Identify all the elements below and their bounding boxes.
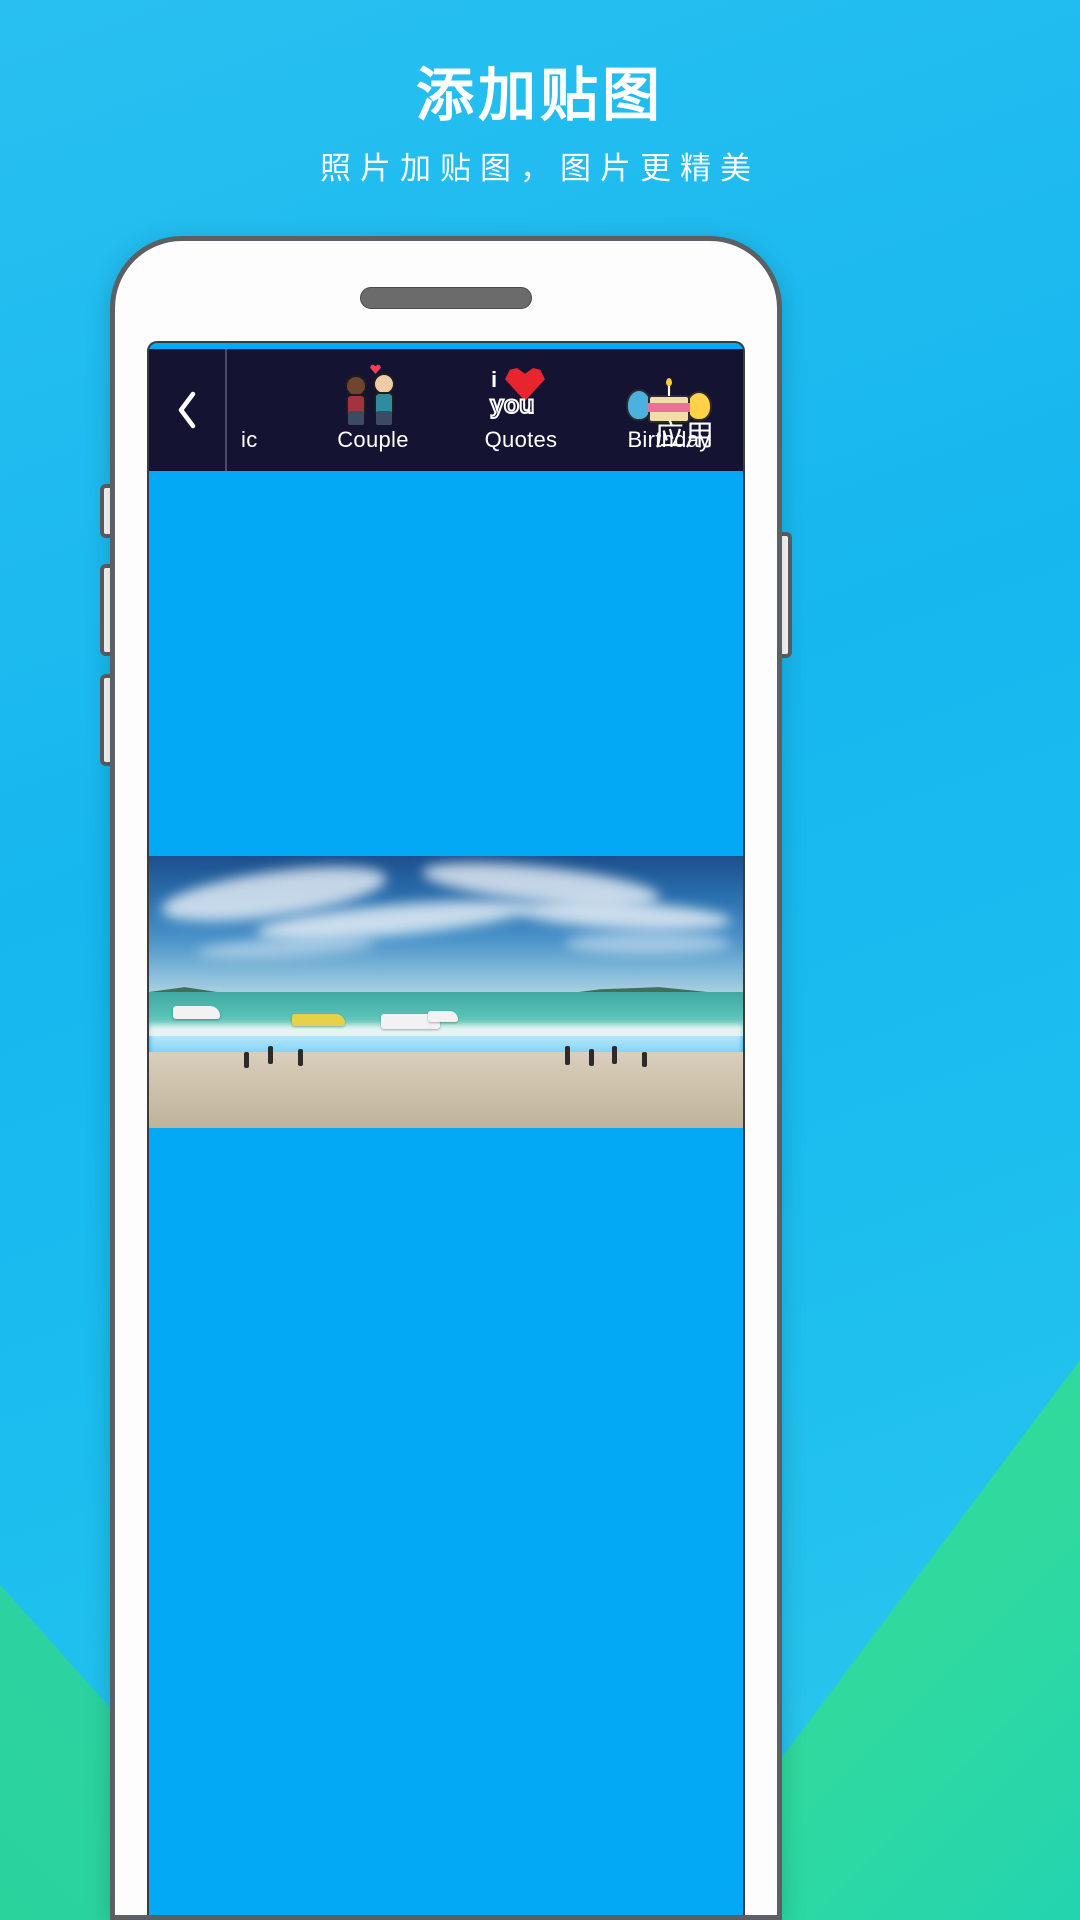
quotes-sticker-icon: i you [485, 367, 557, 423]
photo-person [297, 1049, 303, 1067]
sticker-category-bar: ic Couple i you Quotes Birthday [149, 349, 743, 471]
apply-button[interactable]: 应用 [655, 412, 715, 454]
phone-button-volume-down [100, 674, 110, 766]
phone-screen: 11:22 HD1 4G [147, 341, 745, 1915]
heart-icon [370, 364, 381, 374]
promo-headline: 添加贴图 [415, 63, 664, 128]
photo-person [244, 1051, 250, 1068]
sticker-back-button[interactable] [149, 349, 227, 471]
phone-button-power [782, 532, 792, 658]
photo-person [588, 1049, 594, 1067]
phone-button-volume-up [100, 564, 110, 656]
couple-sticker-icon [337, 364, 409, 425]
cloud [564, 932, 732, 954]
photo-boat [172, 1005, 221, 1020]
photo-boat [428, 1011, 458, 1022]
sticker-category-label: ic [241, 427, 258, 452]
photo-boat [291, 1013, 345, 1026]
phone-mockup: 11:22 HD1 4G [100, 236, 792, 1920]
sticker-category-basic[interactable]: ic [227, 349, 299, 471]
flame [666, 378, 672, 386]
sticker-category-label: Quotes [484, 427, 558, 452]
word-you: you [489, 391, 535, 419]
couple-legs-left [348, 411, 364, 425]
sticker-category-quotes[interactable]: i you Quotes [447, 349, 595, 471]
phone-button-silent [100, 484, 110, 538]
photo-person [564, 1046, 570, 1066]
photo-person [267, 1046, 273, 1065]
photo-sand [149, 1051, 743, 1128]
sticker-category-couple[interactable]: Couple [299, 349, 447, 471]
promo-subheadline: 照片加贴图，图片更精美 [320, 151, 760, 186]
phone-earpiece [360, 287, 532, 309]
candle [667, 385, 671, 397]
photo-preview[interactable] [149, 856, 743, 1128]
chevron-left-icon [178, 391, 196, 429]
letter-i: i [491, 367, 498, 392]
quotes-sticker-art: i you [485, 367, 557, 423]
couple-legs-right [376, 411, 392, 425]
photo-person [612, 1046, 618, 1065]
sticker-category-label: Couple [337, 427, 409, 452]
photo-person [642, 1051, 648, 1067]
phone-body: 11:22 HD1 4G [110, 236, 782, 1920]
couple-sticker-art [337, 364, 409, 425]
